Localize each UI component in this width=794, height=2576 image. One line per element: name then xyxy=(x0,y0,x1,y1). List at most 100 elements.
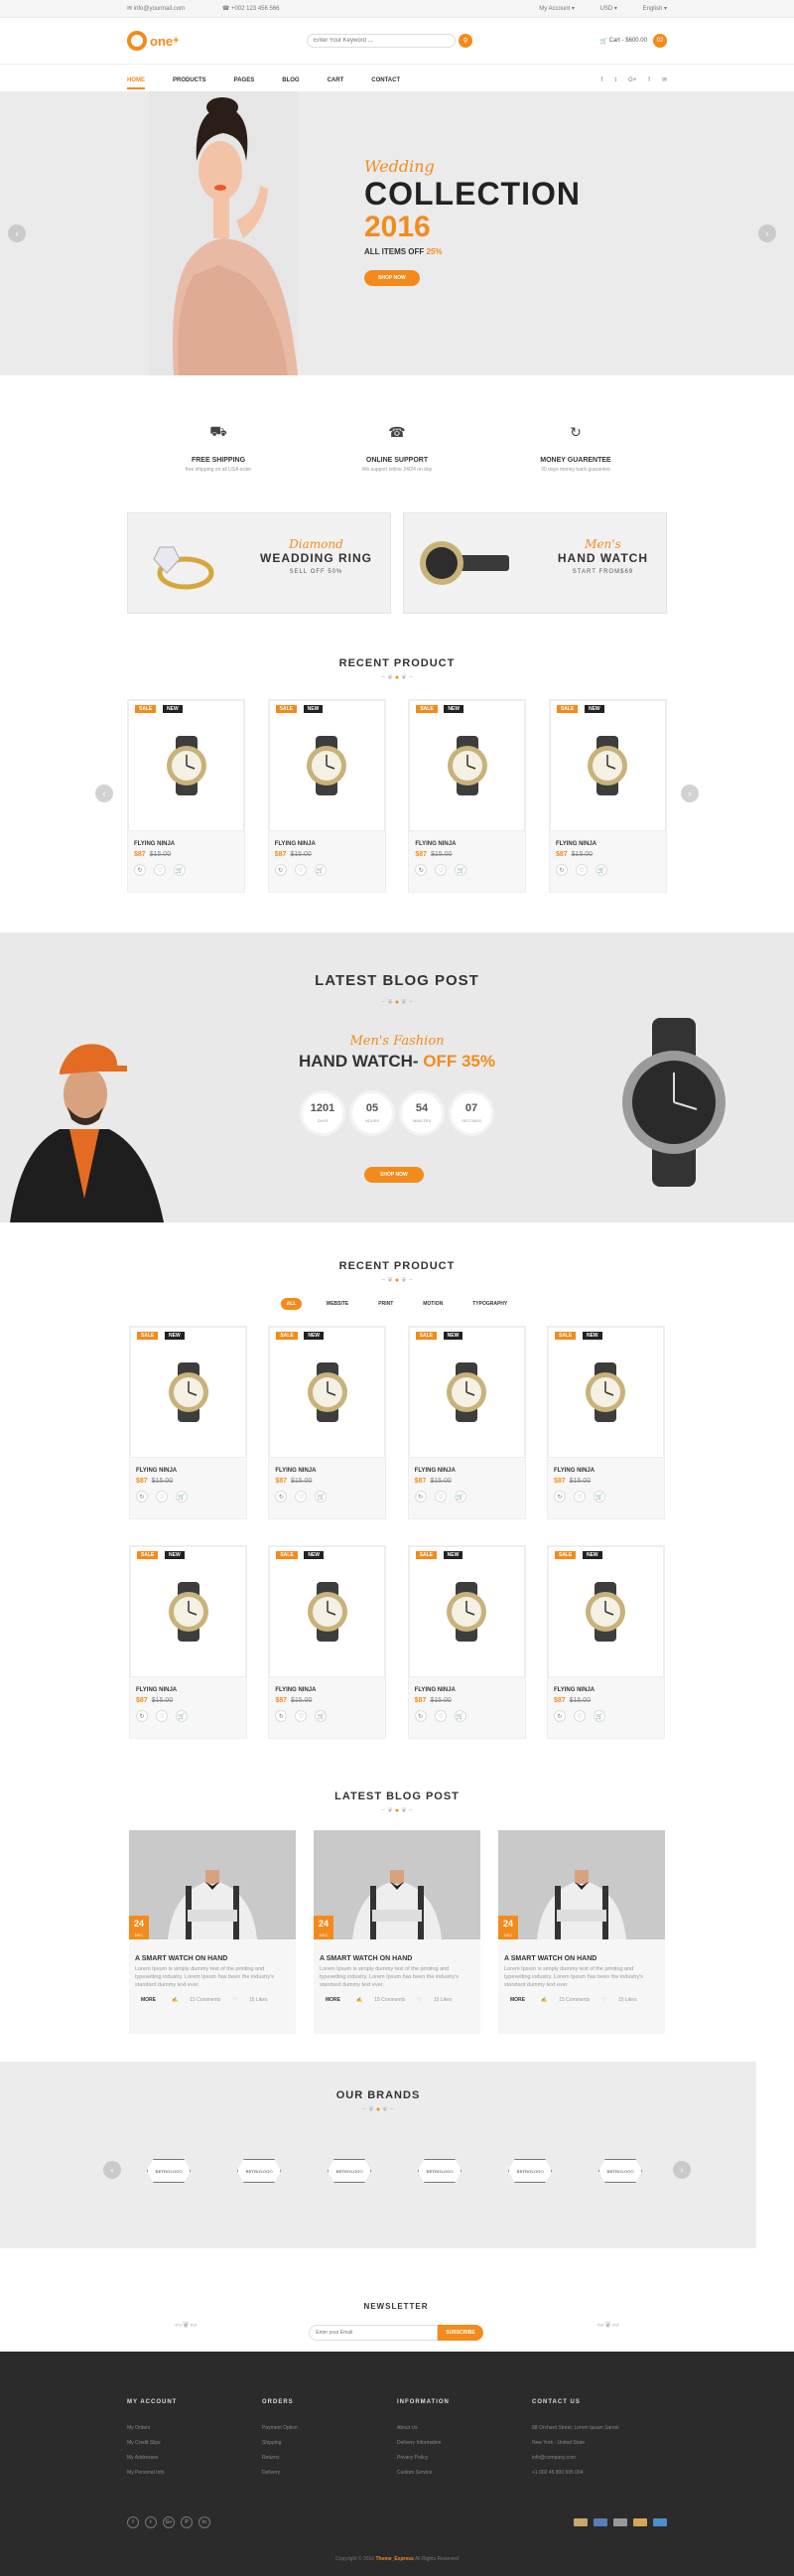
product-image[interactable]: SALE NEW xyxy=(549,700,666,831)
google-plus-icon[interactable]: G+ xyxy=(628,77,636,83)
compare-icon[interactable]: ↻ xyxy=(275,1491,288,1503)
add-to-cart-icon[interactable]: 🛒 xyxy=(176,1710,188,1722)
filter-website[interactable]: WEBSITE xyxy=(320,1298,354,1310)
product-card[interactable]: SALE NEW FLYING NINJA $87 $15.00 ↻ ♡ 🛒 xyxy=(129,1326,247,1519)
twitter-icon[interactable]: t xyxy=(145,2516,157,2528)
hero-prev-arrow-icon[interactable]: ‹ xyxy=(8,224,26,242)
currency-dropdown[interactable]: USD ▾ xyxy=(589,6,617,12)
add-to-cart-icon[interactable]: 🛒 xyxy=(315,1491,328,1503)
blog-more-link[interactable]: MORE xyxy=(326,1997,340,2003)
product-image[interactable]: SALE NEW xyxy=(408,1327,525,1458)
facebook-icon[interactable]: f xyxy=(601,77,603,83)
add-to-cart-icon[interactable]: 🛒 xyxy=(174,864,186,876)
nav-item-products[interactable]: PRODUCTS xyxy=(173,77,206,87)
product-name[interactable]: FLYING NINJA xyxy=(415,1468,525,1474)
promo-ring[interactable]: Diamond WEADDING RING SELL OFF 50% xyxy=(127,512,391,614)
product-card[interactable]: SALE NEW FLYING NINJA $87 $15.00 ↻ ♡ 🛒 xyxy=(407,1326,526,1519)
product-card[interactable]: SALE NEW FLYING NINJA $87 $15.00 ↻ ♡ 🛒 xyxy=(407,1545,526,1739)
footer-link[interactable]: My Addresses xyxy=(127,2455,262,2461)
filter-motion[interactable]: MOTION xyxy=(417,1298,449,1310)
product-name[interactable]: FLYING NINJA xyxy=(554,1468,664,1474)
nav-item-home[interactable]: HOME xyxy=(127,76,145,89)
footer-link[interactable]: My Credit Slips xyxy=(127,2440,262,2446)
brand-logo[interactable]: RETROLOGO xyxy=(237,2159,281,2183)
blog-comments[interactable]: 15 Comments xyxy=(190,1997,220,2003)
add-to-cart-icon[interactable]: 🛒 xyxy=(454,1710,466,1722)
compare-icon[interactable]: ↻ xyxy=(415,864,428,876)
product-name[interactable]: FLYING NINJA xyxy=(556,841,666,847)
cart[interactable]: 🛒 Cart - $600.00 02 xyxy=(599,34,667,48)
blog-image-wrap[interactable]: 24 DEC xyxy=(129,1830,296,1939)
search-input[interactable] xyxy=(306,34,456,48)
carousel-next-arrow-icon[interactable]: › xyxy=(681,785,699,802)
compare-icon[interactable]: ↻ xyxy=(555,864,568,876)
wishlist-icon[interactable]: ♡ xyxy=(294,864,307,876)
blog-post-card[interactable]: 24 DEC A SMART WATCH ON HAND Lorem Ipsum is… xyxy=(314,1830,480,2034)
add-to-cart-icon[interactable]: 🛒 xyxy=(595,864,607,876)
compare-icon[interactable]: ↻ xyxy=(136,1491,148,1503)
hero-next-arrow-icon[interactable]: › xyxy=(758,224,776,242)
product-name[interactable]: FLYING NINJA xyxy=(136,1468,246,1474)
mail-icon[interactable]: ✉ xyxy=(662,77,667,83)
blog-title[interactable]: A SMART WATCH ON HAND xyxy=(135,1955,296,1962)
product-card[interactable]: SALE NEW FLYING NINJA $87 $15.00 ↻ ♡ 🛒 xyxy=(546,1326,665,1519)
product-name[interactable]: FLYING NINJA xyxy=(136,1687,246,1693)
product-image[interactable]: SALE NEW xyxy=(268,700,385,831)
pinterest-icon[interactable]: P xyxy=(181,2516,193,2528)
wishlist-icon[interactable]: ♡ xyxy=(573,1491,586,1503)
wishlist-icon[interactable]: ♡ xyxy=(156,1710,168,1722)
email-link[interactable]: ✉ info@yourmail.com xyxy=(127,6,202,12)
blog-banner-shop-now-button[interactable]: SHOP NOW xyxy=(364,1167,424,1183)
product-image[interactable]: SALE NEW xyxy=(547,1327,664,1458)
blog-likes[interactable]: 15 Likes xyxy=(249,1997,268,2003)
product-name[interactable]: FLYING NINJA xyxy=(275,841,385,847)
footer-link[interactable]: My Orders xyxy=(127,2425,262,2431)
product-card[interactable]: SALE NEW FLYING NINJA $87 $15.00 ↻ ♡ 🛒 xyxy=(268,1545,387,1739)
nav-item-contact[interactable]: CONTACT xyxy=(371,77,400,87)
filter-typography[interactable]: TYPOGRAPHY xyxy=(466,1298,513,1310)
blog-post-card[interactable]: 24 DEC A SMART WATCH ON HAND Lorem Ipsum is… xyxy=(498,1830,665,2034)
nav-item-pages[interactable]: PAGES xyxy=(234,77,255,87)
footer-link[interactable]: About Us xyxy=(397,2425,532,2431)
product-image[interactable]: SALE NEW xyxy=(269,1327,386,1458)
filter-print[interactable]: PRINT xyxy=(372,1298,399,1310)
product-name[interactable]: FLYING NINJA xyxy=(134,841,244,847)
product-card[interactable]: SALE NEW FLYING NINJA $87 $15.00 ↻ ♡ 🛒 xyxy=(408,699,527,893)
product-image[interactable]: SALE NEW xyxy=(408,1546,525,1677)
brands-prev-arrow-icon[interactable]: ‹ xyxy=(103,2161,121,2179)
product-image[interactable]: SALE NEW xyxy=(547,1546,664,1677)
product-name[interactable]: FLYING NINJA xyxy=(415,841,525,847)
compare-icon[interactable]: ↻ xyxy=(274,864,287,876)
search-icon[interactable]: ⚲ xyxy=(458,34,472,48)
product-name[interactable]: FLYING NINJA xyxy=(275,1468,385,1474)
footer-link[interactable]: My Personal Info xyxy=(127,2470,262,2476)
footer-link[interactable]: Delivery xyxy=(262,2470,397,2476)
product-card[interactable]: SALE NEW FLYING NINJA $87 $15.00 ↻ ♡ 🛒 xyxy=(129,1545,247,1739)
blog-more-link[interactable]: MORE xyxy=(141,1997,156,2003)
add-to-cart-icon[interactable]: 🛒 xyxy=(593,1710,605,1722)
footer-link[interactable]: Returns xyxy=(262,2455,397,2461)
product-image[interactable]: SALE NEW xyxy=(409,700,526,831)
add-to-cart-icon[interactable]: 🛒 xyxy=(176,1491,188,1503)
add-to-cart-icon[interactable]: 🛒 xyxy=(314,864,327,876)
facebook-icon[interactable]: f xyxy=(127,2516,139,2528)
wishlist-icon[interactable]: ♡ xyxy=(156,1491,168,1503)
add-to-cart-icon[interactable]: 🛒 xyxy=(454,1491,466,1503)
carousel-prev-arrow-icon[interactable]: ‹ xyxy=(95,785,113,802)
blog-comments[interactable]: 15 Comments xyxy=(559,1997,590,2003)
add-to-cart-icon[interactable]: 🛒 xyxy=(315,1710,328,1722)
brand-logo[interactable]: RETROLOGO xyxy=(598,2159,642,2183)
nav-item-cart[interactable]: CART xyxy=(328,77,344,87)
compare-icon[interactable]: ↻ xyxy=(553,1491,566,1503)
blog-title[interactable]: A SMART WATCH ON HAND xyxy=(320,1955,480,1962)
account-dropdown[interactable]: My Account ▾ xyxy=(527,6,575,12)
footer-link[interactable]: Shipping xyxy=(262,2440,397,2446)
product-image[interactable]: SALE NEW xyxy=(128,700,244,831)
brand-logo[interactable]: RETROLOGO xyxy=(328,2159,371,2183)
compare-icon[interactable]: ↻ xyxy=(414,1491,427,1503)
product-image[interactable]: SALE NEW xyxy=(269,1546,386,1677)
subscribe-button[interactable]: SUBSCRIBE xyxy=(438,2325,483,2341)
nav-item-blog[interactable]: BLOG xyxy=(282,77,299,87)
blog-more-link[interactable]: MORE xyxy=(510,1997,525,2003)
wishlist-icon[interactable]: ♡ xyxy=(154,864,166,876)
